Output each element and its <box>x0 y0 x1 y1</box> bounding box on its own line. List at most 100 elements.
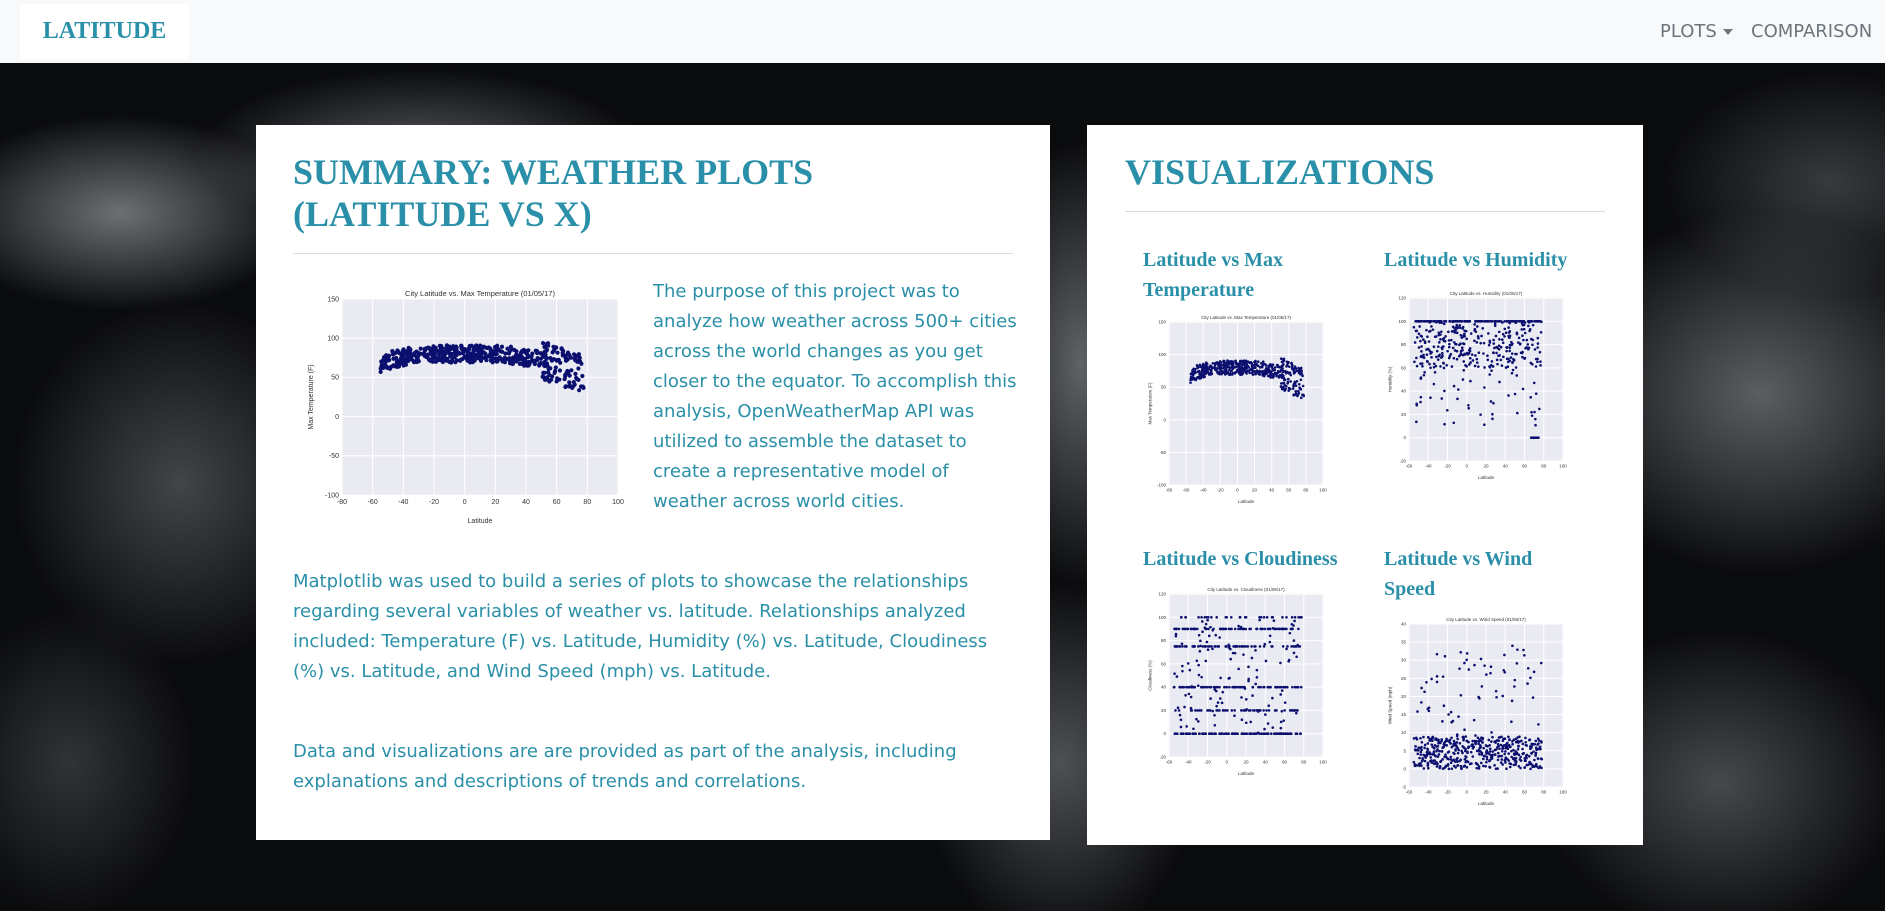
data-point <box>1255 627 1259 631</box>
data-point <box>1269 365 1273 368</box>
data-point <box>409 357 414 362</box>
data-point <box>1273 366 1277 369</box>
data-point <box>1214 633 1218 637</box>
data-point <box>1513 392 1517 396</box>
data-point <box>397 350 402 356</box>
data-point <box>378 366 383 371</box>
data-point <box>1419 400 1422 404</box>
temperature-thumbnail[interactable]: -80 -60 -40 -20 0 20 40 60 80 100 -100 -50 0 50 100 150… <box>1147 313 1328 505</box>
data-point <box>1455 733 1459 736</box>
y-tick-label: 150 <box>1158 320 1166 325</box>
data-point <box>1420 350 1423 353</box>
data-point <box>1521 321 1524 325</box>
data-point <box>1482 352 1485 355</box>
data-point <box>1217 372 1221 375</box>
data-point <box>1475 319 1479 323</box>
data-point <box>1294 390 1298 393</box>
viz-title-cloudiness[interactable]: Latitude vs Cloudiness <box>1143 544 1343 574</box>
data-point <box>1206 615 1210 619</box>
plots-dropdown[interactable]: PLOTS <box>1660 20 1733 44</box>
data-point <box>1425 754 1428 758</box>
data-point <box>537 361 542 367</box>
y-tick-label: -50 <box>329 453 339 460</box>
data-point <box>1240 696 1243 699</box>
data-point <box>1253 360 1257 364</box>
data-point <box>1282 359 1286 363</box>
data-point <box>1423 743 1427 747</box>
y-tick-label: 10 <box>1401 730 1407 735</box>
data-point <box>1521 752 1525 755</box>
data-point <box>1423 690 1426 694</box>
data-point <box>1452 356 1456 360</box>
data-point <box>1460 767 1463 771</box>
data-point <box>1501 747 1504 750</box>
data-point <box>1201 620 1204 623</box>
data-point <box>1233 366 1237 369</box>
data-point <box>1514 750 1518 753</box>
data-point <box>1482 341 1486 345</box>
data-point <box>1485 757 1489 761</box>
data-point <box>1439 365 1442 368</box>
data-point <box>1455 757 1458 761</box>
data-point <box>1490 360 1494 363</box>
data-point <box>1426 747 1429 751</box>
data-point <box>1299 685 1303 689</box>
data-point <box>1477 365 1480 368</box>
data-point <box>1420 335 1424 338</box>
data-point <box>1531 343 1534 347</box>
viz-title-humidity[interactable]: Latitude vs Humidity <box>1384 245 1584 275</box>
viz-title-temperature[interactable]: Latitude vs Max Temperature <box>1143 245 1333 305</box>
data-point <box>1225 363 1229 367</box>
data-point <box>1432 362 1436 366</box>
data-point <box>1488 747 1492 751</box>
data-point <box>1431 753 1435 756</box>
x-tick-label: 80 <box>1303 488 1309 493</box>
data-point <box>1196 684 1200 688</box>
data-point <box>1243 685 1246 689</box>
data-point <box>1298 386 1301 389</box>
cloudiness-thumbnail[interactable]: -60 -40 -20 0 20 40 60 80 100 -20 0 20 40 60 80 100 120 C… <box>1147 585 1328 777</box>
comparison-link[interactable]: COMPARISON <box>1751 20 1872 44</box>
data-point <box>1457 388 1460 391</box>
data-point <box>1485 760 1488 764</box>
humidity-thumbnail[interactable]: -60 -40 -20 0 20 40 60 80 100 -20 0 20 40 60 80 100 120 C… <box>1387 289 1568 481</box>
data-point <box>433 359 439 364</box>
data-point <box>1491 351 1495 355</box>
data-point <box>1193 685 1197 689</box>
x-tick-label: 0 <box>1236 488 1239 493</box>
data-point <box>478 358 484 363</box>
viz-title-wind-speed[interactable]: Latitude vs Wind Speed <box>1384 544 1584 604</box>
data-point <box>480 350 485 355</box>
wind-speed-thumbnail[interactable]: -60 -40 -20 0 20 40 60 80 100 -5 0 5 10 15 20 25 30 35 40 C… <box>1387 615 1568 807</box>
data-point <box>1200 675 1203 679</box>
brand-logo[interactable]: LATITUDE <box>20 4 189 59</box>
data-point <box>567 352 572 358</box>
data-point <box>1434 738 1437 741</box>
data-point <box>1188 668 1192 672</box>
data-point <box>1506 365 1510 368</box>
x-tick-label: 60 <box>1286 488 1292 493</box>
data-point <box>1181 669 1184 673</box>
data-point <box>1419 319 1422 323</box>
y-axis-label: Wind Speed (mph) <box>1388 686 1393 724</box>
data-point <box>1420 701 1423 704</box>
data-point <box>1208 709 1212 712</box>
data-point <box>1230 615 1233 619</box>
data-point <box>1282 385 1285 389</box>
data-point <box>1201 630 1204 634</box>
temperature-plot-image[interactable]: -80 -60 -40 -20 0 20 40 60 80 100 -100 -50 0 50 100 150… <box>306 285 626 525</box>
cloudiness-thumbnail-chart: -60 -40 -20 0 20 40 60 80 100 -20 0 20 40 60 80 100 120 C… <box>1148 587 1328 776</box>
data-point <box>1449 755 1453 759</box>
data-point <box>1508 738 1511 742</box>
data-point <box>1528 738 1532 742</box>
data-point <box>1443 389 1446 393</box>
data-point <box>1289 373 1293 377</box>
data-point <box>1440 330 1443 334</box>
data-point <box>1434 364 1438 368</box>
data-point <box>1421 365 1424 368</box>
x-tick-label: -20 <box>1444 464 1451 469</box>
x-tick-label: -60 <box>1406 464 1413 469</box>
data-point <box>560 353 565 358</box>
data-point <box>1231 371 1235 375</box>
data-point <box>1194 371 1197 374</box>
